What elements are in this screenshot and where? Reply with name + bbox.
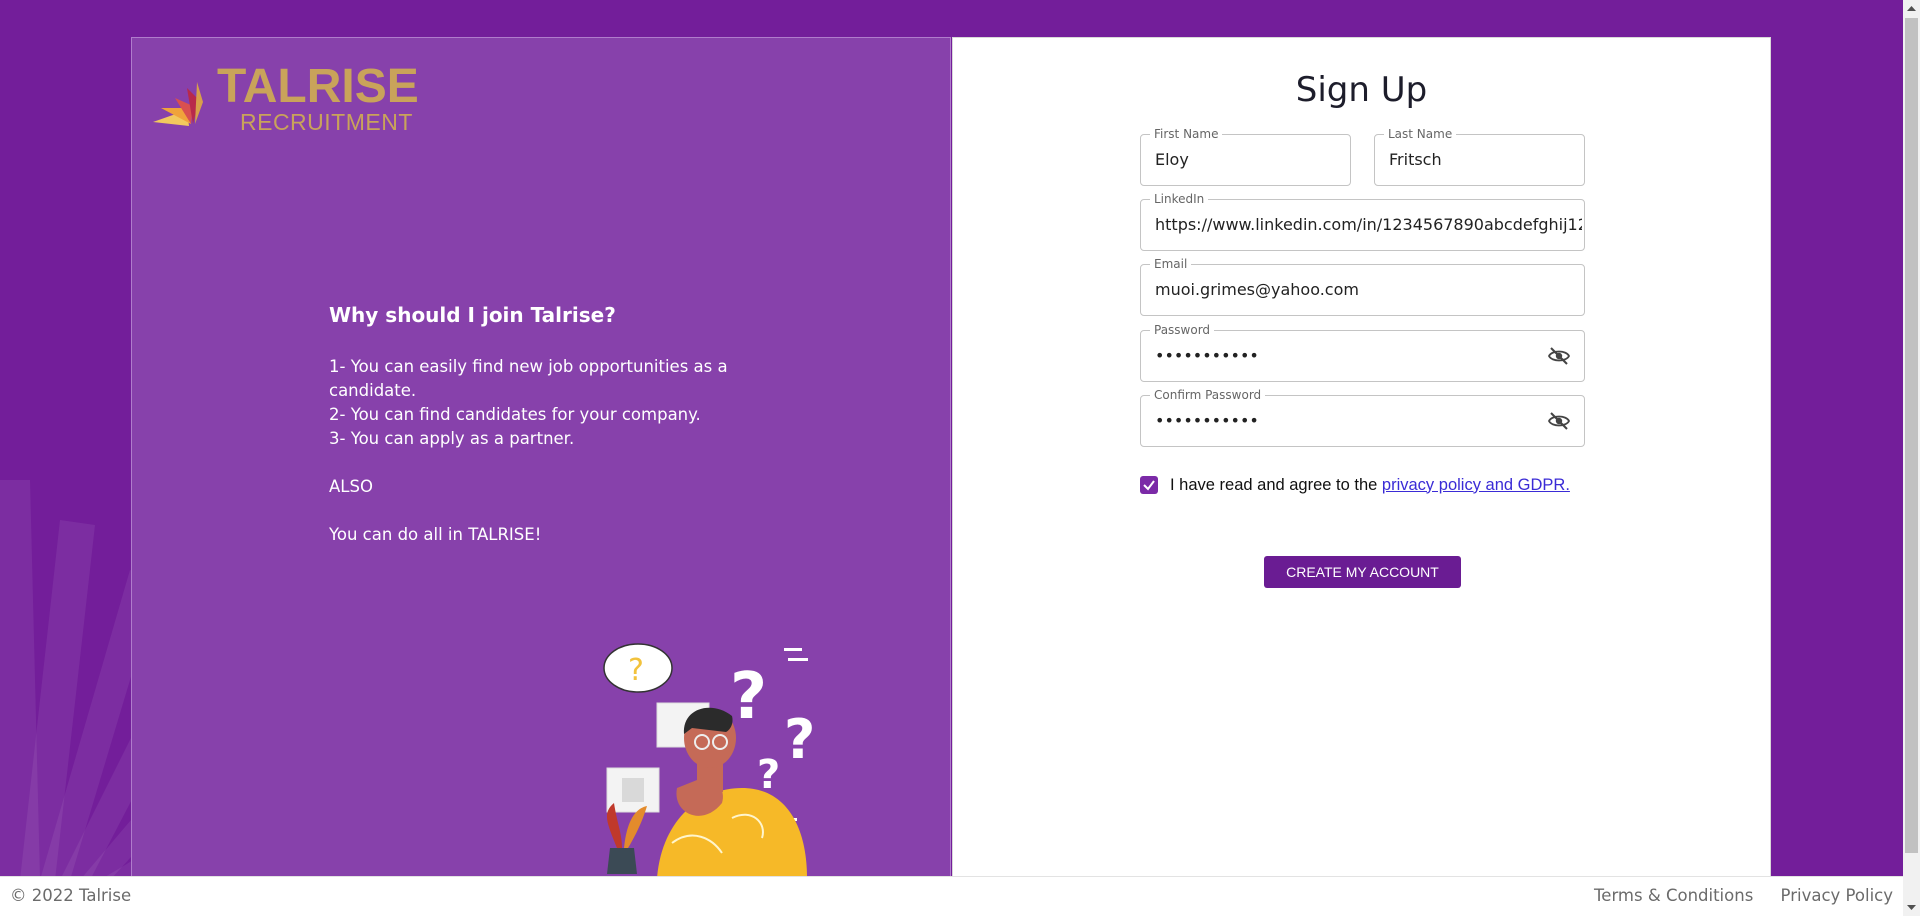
privacy-policy-link[interactable]: privacy policy and GDPR. [1382, 476, 1570, 494]
linkedin-field[interactable]: LinkedIn https://www.linkedin.com/in/123… [1140, 192, 1585, 251]
scrollbar-thumb[interactable] [1905, 18, 1918, 853]
last-name-input[interactable]: Fritsch [1389, 135, 1570, 185]
agree-row: I have read and agree to the privacy pol… [1140, 473, 1570, 497]
signup-panel: Sign Up First Name Eloy Last Name Fritsc… [952, 37, 1771, 877]
thinking-person-illustration: ? ? ? ? [603, 643, 815, 877]
vertical-scrollbar[interactable] [1903, 0, 1920, 916]
toggle-password-visibility-icon[interactable] [1546, 344, 1572, 368]
reason-2: 2- You can find candidates for your comp… [329, 405, 701, 424]
reason-3: 3- You can apply as a partner. [329, 429, 575, 448]
scroll-down-arrow-icon[interactable] [1903, 899, 1920, 916]
talrise-logo: TALRISE RECRUITMENT [147, 60, 419, 135]
email-input[interactable]: muoi.grimes@yahoo.com [1155, 265, 1570, 315]
page-title: Sign Up [1295, 70, 1428, 110]
password-input[interactable]: ••••••••••• [1155, 331, 1534, 381]
closing-text: You can do all in TALRISE! [329, 525, 542, 544]
password-field[interactable]: Password ••••••••••• [1140, 323, 1585, 382]
footer-links: Terms & Conditions Privacy Policy [1572, 886, 1893, 905]
privacy-policy-footer-link[interactable]: Privacy Policy [1781, 886, 1893, 905]
scroll-up-arrow-icon[interactable] [1903, 0, 1920, 17]
svg-text:?: ? [730, 660, 767, 734]
create-account-button[interactable]: CREATE MY ACCOUNT [1264, 556, 1461, 588]
info-panel: TALRISE RECRUITMENT Why should I join Ta… [131, 37, 951, 877]
footer: © 2022 Talrise Terms & Conditions Privac… [0, 876, 1903, 916]
agree-label: I have read and agree to the [1170, 475, 1378, 494]
terms-link[interactable]: Terms & Conditions [1594, 886, 1753, 905]
confirm-password-input[interactable]: ••••••••••• [1155, 396, 1534, 446]
why-join-section: Why should I join Talrise? 1- You can ea… [329, 303, 749, 547]
logo-subtitle: RECRUITMENT [240, 109, 413, 135]
agree-text: I have read and agree to the privacy pol… [1170, 476, 1570, 495]
logo-leaf-icon [153, 82, 203, 126]
copyright-text: © 2022 Talrise [10, 886, 132, 905]
toggle-confirm-password-visibility-icon[interactable] [1546, 409, 1572, 433]
why-heading: Why should I join Talrise? [329, 303, 616, 327]
linkedin-input[interactable]: https://www.linkedin.com/in/1234567890ab… [1155, 200, 1582, 250]
also-text: ALSO [329, 477, 373, 496]
logo-wordmark: TALRISE [217, 60, 419, 113]
last-name-field[interactable]: Last Name Fritsch [1374, 127, 1585, 186]
first-name-field[interactable]: First Name Eloy [1140, 127, 1351, 186]
agree-checkbox[interactable] [1140, 476, 1158, 494]
reason-1: 1- You can easily find new job opportuni… [329, 357, 728, 400]
checkmark-icon [1143, 480, 1155, 491]
svg-text:?: ? [784, 708, 815, 771]
email-field[interactable]: Email muoi.grimes@yahoo.com [1140, 257, 1585, 316]
first-name-input[interactable]: Eloy [1155, 135, 1336, 185]
confirm-password-field[interactable]: Confirm Password ••••••••••• [1140, 388, 1585, 447]
svg-text:?: ? [628, 653, 644, 688]
